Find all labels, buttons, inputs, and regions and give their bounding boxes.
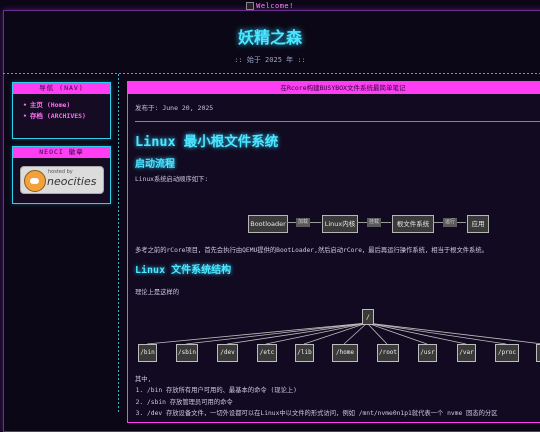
site-title[interactable]: 妖精之森 xyxy=(0,24,540,48)
fs-tree-diagram: / /bin /sbin /dev /etc /lib /home /root … xyxy=(135,309,540,369)
nav-list: 主页 (Home) 存档 (ARCHIVES) xyxy=(13,100,110,122)
badge-panel: NEOCI 徽章 hosted by neocities xyxy=(12,146,111,204)
fs-dir-node: /home xyxy=(332,344,358,362)
fs-dir-node: /root xyxy=(377,344,399,362)
post-date: 发布于: June 20, 2025 xyxy=(135,104,214,112)
fs-dir-node: /proc xyxy=(495,344,519,362)
flow-arrow-label: 运行 xyxy=(443,218,457,227)
article-window-title: 在Rcore构建BUSYBOX文件系统最简单笔记 xyxy=(128,82,540,94)
fs-dir-node: /bin xyxy=(138,344,157,362)
fs-dir-node: /etc xyxy=(257,344,277,362)
site-subtitle: :: 始于 2025 年 :: xyxy=(234,56,306,64)
nav-link-archives[interactable]: 存档 (ARCHIVES) xyxy=(23,111,110,122)
flow-arrow-label: 挂载 xyxy=(367,218,381,227)
badge-panel-title: NEOCI 徽章 xyxy=(13,147,110,158)
site-header: Welcome! 妖精之森 :: 始于 2025 年 :: xyxy=(0,0,540,70)
broken-image-icon xyxy=(246,2,255,10)
list-intro-text: 其中, xyxy=(135,376,152,383)
boot-description: 多考之前的rCore项目，首先会执行由QEMU提供的BootLoader,然后启… xyxy=(135,247,488,254)
fs-dir-node: /var xyxy=(457,344,476,362)
flow-box-bootloader: Bootloader xyxy=(248,215,288,233)
section-heading-boot: 启动流程 xyxy=(135,159,175,170)
fs-dir-node: /usr xyxy=(418,344,437,362)
fs-tree-edges xyxy=(146,322,540,345)
neocities-cat-icon xyxy=(24,170,46,192)
fs-dir-node-partial xyxy=(536,344,540,362)
flow-box-app: 应用 xyxy=(467,215,489,233)
fs-dir-description-list: /bin 存放所有用户可用的、最基本的命令 (现论上) /sbin 存放管理员可… xyxy=(135,385,498,420)
nav-panel-title: 导航 (NAV) xyxy=(13,83,110,94)
fs-root-node: / xyxy=(362,309,374,325)
flow-box-rootfs: 根文件系统 xyxy=(392,215,434,233)
section-heading-fs: Linux 文件系统结构 xyxy=(135,265,232,276)
article-title: Linux 最小根文件系统 xyxy=(135,134,279,150)
fs-intro-text: 理论上是这样的 xyxy=(135,289,180,296)
list-item: /dev 存放设备文件，一切外设都可以在Linux中以文件的形式访问，例如 /m… xyxy=(147,408,498,420)
fs-dir-node: /lib xyxy=(295,344,314,362)
boot-intro-text: Linux系统启动顺序如下: xyxy=(135,176,209,183)
list-item: /bin 存放所有用户可用的、最基本的命令 (现论上) xyxy=(147,385,498,397)
fs-dir-node: /sbin xyxy=(176,344,198,362)
article-window: 在Rcore构建BUSYBOX文件系统最简单笔记 发布于: June 20, 2… xyxy=(127,81,540,423)
welcome-alt-text: Welcome! xyxy=(256,2,294,10)
fs-dir-node: /dev xyxy=(217,344,238,362)
welcome-banner-image: Welcome! xyxy=(0,2,540,10)
sidebar-divider xyxy=(118,74,119,414)
boot-flow-diagram: Bootloader 加载 Linux内核 挂载 根文件系统 运行 应用 xyxy=(248,215,508,233)
list-item: /sbin 存放管理员可用的命令 xyxy=(147,397,498,409)
neocities-badge[interactable]: hosted by neocities xyxy=(20,166,104,194)
nav-panel: 导航 (NAV) 主页 (Home) 存档 (ARCHIVES) xyxy=(12,82,111,139)
flow-arrow-label: 加载 xyxy=(296,218,310,227)
nav-link-home[interactable]: 主页 (Home) xyxy=(23,100,110,111)
badge-neocities: neocities xyxy=(47,175,97,188)
post-separator xyxy=(135,121,540,122)
header-divider xyxy=(3,73,540,74)
article-content: 发布于: June 20, 2025 Linux 最小根文件系统 启动流程 Li… xyxy=(135,102,540,417)
flow-box-kernel: Linux内核 xyxy=(322,215,358,233)
